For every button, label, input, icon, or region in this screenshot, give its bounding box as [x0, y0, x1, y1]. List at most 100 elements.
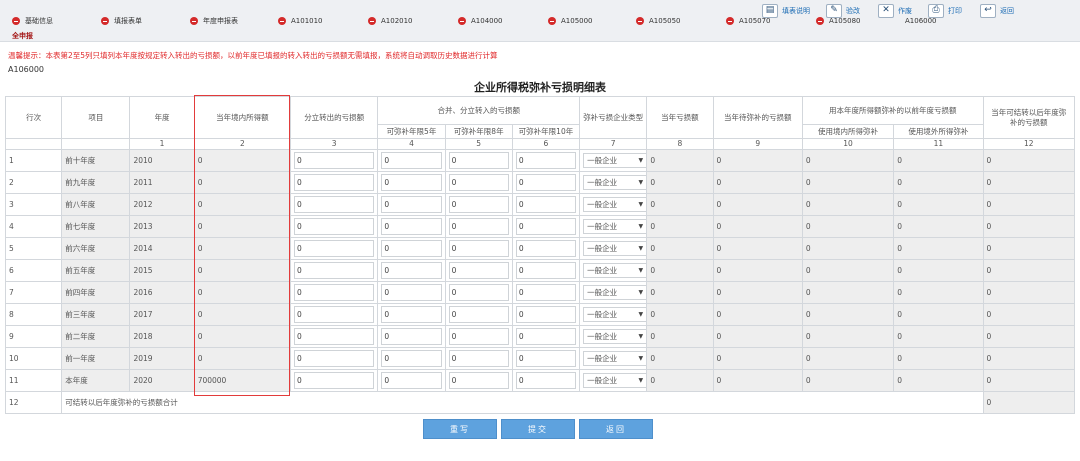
limit10-input[interactable]: 0 — [515, 350, 577, 367]
limit8-input[interactable]: 0 — [448, 218, 509, 235]
limit5-input[interactable]: 0 — [381, 306, 442, 323]
enterprise-type-select[interactable]: 一般企业 ▼ — [583, 285, 646, 300]
row-no: 10 — [4, 347, 63, 370]
print-button[interactable]: ⎙ 打印 — [928, 3, 962, 18]
current-loss-value: 0 — [646, 369, 714, 392]
limit8-input[interactable]: 0 — [448, 372, 509, 389]
nav-tab-a101010[interactable]: A101010 — [278, 15, 323, 27]
back-button[interactable]: 返回 — [579, 419, 653, 439]
limit8-input[interactable]: 0 — [448, 350, 509, 367]
limit10-input[interactable]: 0 — [515, 306, 577, 323]
split-out-loss-input[interactable]: 0 — [294, 174, 375, 191]
col-index: 1 — [129, 138, 195, 150]
limit5-input[interactable]: 0 — [381, 350, 442, 367]
split-out-loss-input[interactable]: 0 — [294, 328, 375, 345]
enterprise-type-select[interactable]: 一般企业 ▼ — [583, 153, 646, 168]
table-row: 1 前十年度 2010 0 0 0 0 0 一般企业 ▼ 0 0 0 0 0 — [4, 149, 1076, 172]
enterprise-type-select[interactable]: 一般企业 ▼ — [583, 241, 646, 256]
nav-tab-annual-report[interactable]: 年度申报表 — [190, 15, 238, 27]
current-loss-value: 0 — [646, 259, 714, 282]
nav-tab-forms[interactable]: 填报表单 — [101, 15, 142, 27]
limit5-input[interactable]: 0 — [381, 240, 442, 257]
limit10-input[interactable]: 0 — [515, 372, 577, 389]
limit10-input[interactable]: 0 — [515, 262, 577, 279]
limit5-input[interactable]: 0 — [381, 196, 442, 213]
remove-icon — [636, 17, 644, 25]
limit8-input[interactable]: 0 — [448, 196, 509, 213]
enterprise-type-select[interactable]: 一般企业 ▼ — [583, 351, 646, 366]
page-title: 企业所得税弥补亏损明细表 — [474, 81, 606, 94]
enterprise-type-select[interactable]: 一般企业 ▼ — [583, 175, 646, 190]
split-out-loss-input[interactable]: 0 — [294, 350, 375, 367]
chevron-down-icon: ▼ — [638, 377, 644, 384]
limit5-input[interactable]: 0 — [381, 372, 442, 389]
sub-tab-full-report[interactable]: 全申报 — [12, 31, 33, 41]
submit-button[interactable]: 提交 — [501, 419, 575, 439]
nav-tab-label: A101010 — [291, 17, 323, 25]
domestic-income-value: 0 — [193, 303, 292, 326]
split-out-loss-input[interactable]: 0 — [294, 240, 375, 257]
limit5-input[interactable]: 0 — [381, 152, 442, 169]
carry-forward-value: 0 — [982, 149, 1076, 172]
check-button[interactable]: ✎ 验改 — [826, 3, 860, 18]
limit5-input[interactable]: 0 — [381, 328, 442, 345]
limit10-input[interactable]: 0 — [515, 196, 577, 213]
enterprise-type-select[interactable]: 一般企业 ▼ — [583, 373, 646, 388]
back-toolbar-button[interactable]: ↩ 返回 — [980, 3, 1014, 18]
table-row-total: 12 可结转以后年度弥补的亏损额合计 0 — [4, 391, 1076, 414]
enterprise-type-select[interactable]: 一般企业 ▼ — [583, 263, 646, 278]
limit8-input[interactable]: 0 — [448, 174, 509, 191]
limit8-input[interactable]: 0 — [448, 328, 509, 345]
split-out-loss-input[interactable]: 0 — [294, 306, 375, 323]
col-index: 10 — [801, 138, 895, 150]
current-loss-value: 0 — [646, 215, 714, 238]
limit10-input[interactable]: 0 — [515, 218, 577, 235]
split-out-loss-input[interactable]: 0 — [294, 196, 375, 213]
help-button[interactable]: ▤ 填表说明 — [762, 3, 810, 18]
chevron-down-icon: ▼ — [638, 355, 644, 362]
row-no: 3 — [4, 193, 63, 216]
enterprise-type-select[interactable]: 一般企业 ▼ — [583, 197, 646, 212]
limit5-input[interactable]: 0 — [381, 218, 442, 235]
enterprise-type-value: 一般企业 — [587, 354, 618, 363]
limit8-input[interactable]: 0 — [448, 240, 509, 257]
enterprise-type-select[interactable]: 一般企业 ▼ — [583, 329, 646, 344]
limit8-input[interactable]: 0 — [448, 306, 509, 323]
limit8-input[interactable]: 0 — [448, 262, 509, 279]
limit10-input[interactable]: 0 — [515, 240, 577, 257]
nav-tab-a104000[interactable]: A104000 — [458, 15, 503, 27]
enterprise-type-select[interactable]: 一般企业 ▼ — [583, 219, 646, 234]
nav-tab-label: A105050 — [649, 17, 681, 25]
limit5-input[interactable]: 0 — [381, 174, 442, 191]
void-button[interactable]: ✕ 作废 — [878, 3, 912, 18]
split-out-loss-input[interactable]: 0 — [294, 218, 375, 235]
row-no: 12 — [4, 391, 63, 414]
limit10-input[interactable]: 0 — [515, 284, 577, 301]
void-doc-icon: ✕ — [878, 3, 894, 18]
split-out-loss-input[interactable]: 0 — [294, 284, 375, 301]
nav-tab-a105000[interactable]: A105000 — [548, 15, 593, 27]
col-index: 5 — [444, 138, 513, 150]
current-loss-value: 0 — [646, 347, 714, 370]
limit10-input[interactable]: 0 — [515, 328, 577, 345]
enterprise-type-select[interactable]: 一般企业 ▼ — [583, 307, 646, 322]
nav-tab-a105050[interactable]: A105050 — [636, 15, 681, 27]
split-out-loss-input[interactable]: 0 — [294, 262, 375, 279]
limit5-input[interactable]: 0 — [381, 284, 442, 301]
row-year: 2017 — [129, 303, 195, 326]
split-out-loss-input[interactable]: 0 — [294, 372, 375, 389]
limit8-input[interactable]: 0 — [448, 152, 509, 169]
limit10-input[interactable]: 0 — [515, 152, 577, 169]
nav-tab-a102010[interactable]: A102010 — [368, 15, 413, 27]
used-domestic-value: 0 — [801, 215, 895, 238]
split-out-loss-input[interactable]: 0 — [294, 152, 375, 169]
limit10-input[interactable]: 0 — [515, 174, 577, 191]
enterprise-type-value: 一般企业 — [587, 244, 618, 253]
limit5-input[interactable]: 0 — [381, 262, 442, 279]
row-item: 前七年度 — [61, 215, 131, 238]
header-limit8: 可弥补年限8年 — [444, 124, 513, 139]
limit8-input[interactable]: 0 — [448, 284, 509, 301]
nav-tab-basic-info[interactable]: 基础信息 — [12, 15, 53, 27]
rewrite-button[interactable]: 重写 — [423, 419, 497, 439]
used-foreign-value: 0 — [893, 149, 984, 172]
